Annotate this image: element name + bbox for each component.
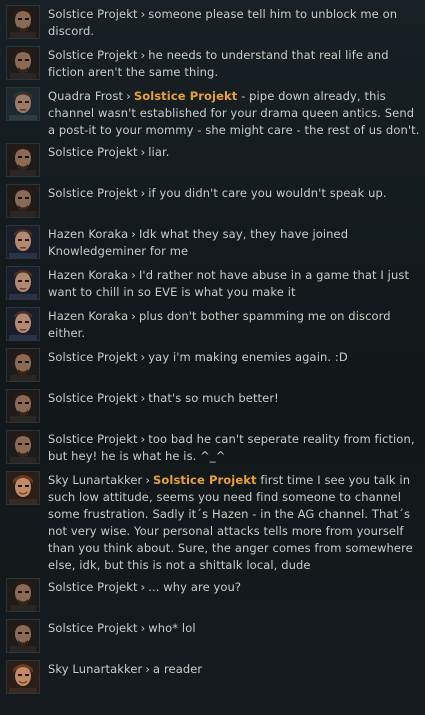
separator: › xyxy=(131,309,136,323)
message-text: Solstice Projekt › that's so much better! xyxy=(48,386,421,407)
message-text: Solstice Projekt › liar. xyxy=(48,140,421,161)
character-portrait-sky[interactable] xyxy=(6,471,40,505)
sender-name[interactable]: Solstice Projekt xyxy=(48,7,138,21)
separator: › xyxy=(140,432,146,446)
message-text: Solstice Projekt › he needs to understand … xyxy=(48,43,421,81)
sender-name[interactable]: Hazen Koraka xyxy=(48,309,128,323)
sender-name[interactable]: Solstice Projekt xyxy=(48,432,138,446)
separator: › xyxy=(140,7,146,21)
message-body: yay i'm making enemies again. :D xyxy=(148,350,348,364)
sender-name[interactable]: Solstice Projekt xyxy=(48,391,138,405)
chat-message: Solstice Projekt › liar. xyxy=(0,140,425,180)
character-portrait-solstice[interactable] xyxy=(6,389,40,423)
mention-link[interactable]: Solstice Projekt xyxy=(153,473,257,487)
sender-name[interactable]: Hazen Koraka xyxy=(48,268,128,282)
message-body: liar. xyxy=(148,145,170,159)
message-body: ... why are you? xyxy=(148,580,242,594)
separator: › xyxy=(140,186,146,200)
message-text: Sky Lunartakker › a reader xyxy=(48,657,421,678)
message-text: Solstice Projekt ›... why are you? xyxy=(48,575,421,596)
message-text: Quadra Frost › Solstice Projekt - pipe dow… xyxy=(48,84,421,139)
sender-name[interactable]: Solstice Projekt xyxy=(48,186,138,200)
chat-log: Solstice Projekt › someone please tell him… xyxy=(0,0,425,715)
chat-message: Solstice Projekt › too bad he can't sepera… xyxy=(0,427,425,467)
character-portrait-solstice[interactable] xyxy=(6,143,40,177)
message-text: Solstice Projekt › who* lol xyxy=(48,616,421,637)
message-body: who* lol xyxy=(148,621,196,635)
chat-message: Sky Lunartakker › Solstice Projekt first t… xyxy=(0,468,425,574)
separator: › xyxy=(140,48,146,62)
separator: › xyxy=(140,391,146,405)
message-text: Solstice Projekt › yay i'm making enemies … xyxy=(48,345,421,366)
separator: › xyxy=(140,145,146,159)
character-portrait-hazen[interactable] xyxy=(6,266,40,300)
chat-message: Solstice Projekt › if you didn't care you … xyxy=(0,181,425,221)
chat-message: Solstice Projekt › someone please tell him… xyxy=(0,2,425,42)
message-body: if you didn't care you wouldn't speak up… xyxy=(148,186,387,200)
message-text: Hazen Koraka › Idk what they say, they hav… xyxy=(48,222,421,260)
separator: › xyxy=(145,473,151,487)
message-text: Hazen Koraka › I'd rather not have abuse i… xyxy=(48,263,421,301)
character-portrait-sky[interactable] xyxy=(6,660,40,694)
sender-name[interactable]: Sky Lunartakker xyxy=(48,662,142,676)
message-body: a reader xyxy=(153,662,203,676)
sender-name[interactable]: Hazen Koraka xyxy=(48,227,128,241)
sender-name[interactable]: Sky Lunartakker xyxy=(48,473,142,487)
character-portrait-quadra[interactable] xyxy=(6,87,40,121)
sender-name[interactable]: Quadra Frost xyxy=(48,89,123,103)
separator: › xyxy=(145,662,151,676)
separator: › xyxy=(140,350,146,364)
message-body: first time I see you talk in such low at… xyxy=(48,473,413,572)
character-portrait-solstice[interactable] xyxy=(6,184,40,218)
character-portrait-solstice[interactable] xyxy=(6,619,40,653)
chat-message: Sky Lunartakker › a reader xyxy=(0,657,425,697)
message-text: Solstice Projekt › if you didn't care you … xyxy=(48,181,421,202)
message-text: Solstice Projekt › too bad he can't sepera… xyxy=(48,427,421,465)
character-portrait-solstice[interactable] xyxy=(6,578,40,612)
message-body: that's so much better! xyxy=(148,391,279,405)
chat-message: Quadra Frost › Solstice Projekt - pipe dow… xyxy=(0,84,425,139)
character-portrait-solstice[interactable] xyxy=(6,46,40,80)
chat-message: Solstice Projekt › who* lol xyxy=(0,616,425,656)
chat-message: Solstice Projekt › that's so much better! xyxy=(0,386,425,426)
sender-name[interactable]: Solstice Projekt xyxy=(48,350,138,364)
character-portrait-solstice[interactable] xyxy=(6,348,40,382)
chat-message: Hazen Koraka › I'd rather not have abuse i… xyxy=(0,263,425,303)
sender-name[interactable]: Solstice Projekt xyxy=(48,145,138,159)
sender-name[interactable]: Solstice Projekt xyxy=(48,580,138,594)
mention-link[interactable]: Solstice Projekt xyxy=(134,89,238,103)
character-portrait-solstice[interactable] xyxy=(6,430,40,464)
chat-message: Hazen Koraka › plus don't bother spamming … xyxy=(0,304,425,344)
chat-message: Solstice Projekt › he needs to understand … xyxy=(0,43,425,83)
message-text: Sky Lunartakker › Solstice Projekt first t… xyxy=(48,468,421,574)
character-portrait-hazen[interactable] xyxy=(6,225,40,259)
sender-name[interactable]: Solstice Projekt xyxy=(48,48,138,62)
chat-message: Solstice Projekt ›... why are you? xyxy=(0,575,425,615)
message-text: Solstice Projekt › someone please tell him… xyxy=(48,2,421,40)
separator: › xyxy=(140,580,146,594)
separator: › xyxy=(131,227,136,241)
sender-name[interactable]: Solstice Projekt xyxy=(48,621,138,635)
character-portrait-solstice[interactable] xyxy=(6,5,40,39)
chat-message: Solstice Projekt › yay i'm making enemies … xyxy=(0,345,425,385)
chat-message: Hazen Koraka › Idk what they say, they hav… xyxy=(0,222,425,262)
separator: › xyxy=(140,621,146,635)
message-text: Hazen Koraka › plus don't bother spamming … xyxy=(48,304,421,342)
separator: › xyxy=(126,89,131,103)
separator: › xyxy=(131,268,136,282)
character-portrait-hazen[interactable] xyxy=(6,307,40,341)
